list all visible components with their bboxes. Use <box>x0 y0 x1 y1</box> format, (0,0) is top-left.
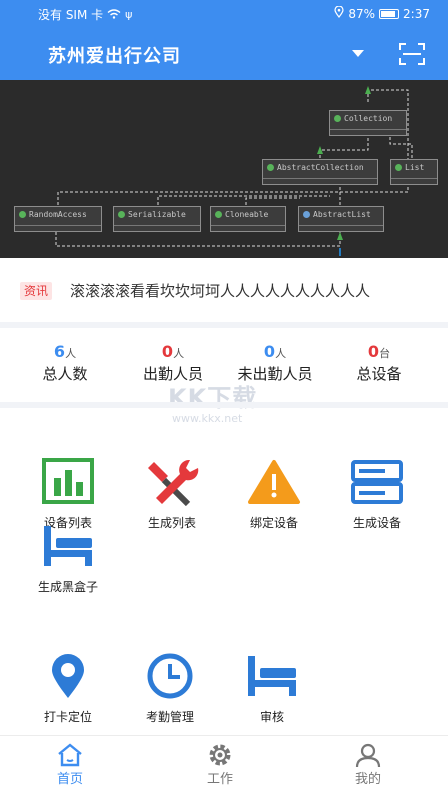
uml-class-box: Serializable <box>113 206 201 232</box>
section-divider <box>0 402 448 408</box>
user-icon <box>354 742 382 768</box>
stat-unit: 人 <box>173 347 185 360</box>
bed-icon <box>244 652 300 700</box>
tab-home[interactable]: 首页 <box>30 742 110 787</box>
server-icon <box>349 458 405 506</box>
bed-icon <box>40 522 96 570</box>
stat-total-people[interactable]: 6人 总人数 <box>10 342 120 384</box>
grid-label: 打卡定位 <box>43 710 92 724</box>
tab-work[interactable]: 工作 <box>180 742 260 787</box>
stat-value: 0 <box>161 342 174 361</box>
scan-icon[interactable] <box>399 43 425 65</box>
tab-label: 首页 <box>56 772 83 787</box>
tab-label: 我的 <box>354 772 381 787</box>
battery-icon <box>379 8 400 19</box>
news-badge: 资讯 <box>20 282 53 300</box>
watermark-url: www.kkx.net <box>172 412 243 425</box>
bottom-tab-bar: 首页 工作 我的 <box>0 735 448 797</box>
usb-icon: ψ <box>125 8 133 21</box>
status-left: 没有 SIM 卡 ψ <box>38 6 132 23</box>
home-icon <box>56 742 84 768</box>
tab-mine[interactable]: 我的 <box>328 742 408 787</box>
news-ticker[interactable]: 资讯 滚滚滚滚看看坎坎坷坷人人人人人人人人人人 <box>0 258 448 322</box>
app-header: 苏州爱出行公司 <box>0 28 448 80</box>
stat-value: 0 <box>367 342 380 361</box>
uml-class-name: List <box>405 163 425 172</box>
uml-class-box: List <box>390 159 438 185</box>
stat-total-devices[interactable]: 0台 总设备 <box>324 342 434 384</box>
bar-chart-icon <box>40 458 96 506</box>
grid-generate-list[interactable]: 生成列表 <box>122 458 222 531</box>
location-icon <box>334 5 344 21</box>
grid-device-list[interactable]: 设备列表 <box>18 458 118 531</box>
company-title[interactable]: 苏州爱出行公司 <box>48 42 181 68</box>
status-bar: 没有 SIM 卡 ψ 87% 2:37 <box>0 0 448 28</box>
stat-label: 总设备 <box>356 365 402 383</box>
uml-class-box: AbstractCollection <box>262 159 378 185</box>
uml-class-name: Cloneable <box>225 210 269 219</box>
battery-percent: 87% <box>348 6 376 21</box>
uml-class-name: Collection <box>344 114 393 123</box>
section-divider <box>0 322 448 328</box>
grid-generate-device[interactable]: 生成设备 <box>327 458 427 531</box>
tools-icon <box>144 458 200 507</box>
news-text[interactable]: 滚滚滚滚看看坎坎坷坷人人人人人人人人人人 <box>70 280 370 301</box>
clock-icon <box>142 652 198 700</box>
grid-attendance-management[interactable]: 考勤管理 <box>120 652 220 725</box>
tab-label: 工作 <box>206 772 233 787</box>
carrier-text: 没有 SIM 卡 <box>38 8 104 22</box>
grid-label: 生成列表 <box>147 516 196 530</box>
stat-unit: 人 <box>65 347 77 360</box>
grid-generate-blackbox[interactable]: 生成黑盒子 <box>18 522 118 595</box>
stat-value: 6 <box>53 342 66 361</box>
uml-class-name: AbstractList <box>313 210 371 219</box>
uml-class-name: AbstractCollection <box>277 163 364 172</box>
clock-time: 2:37 <box>403 6 430 21</box>
grid-label: 生成设备 <box>352 516 401 530</box>
stat-label: 总人数 <box>42 365 88 383</box>
grid-checkin-location[interactable]: 打卡定位 <box>18 652 118 725</box>
uml-class-name: Serializable <box>128 210 186 219</box>
uml-class-name: RandomAccess <box>29 210 87 219</box>
status-right: 87% 2:37 <box>334 5 430 21</box>
stat-unit: 人 <box>275 347 287 360</box>
grid-label: 审核 <box>259 710 284 724</box>
uml-class-box: Cloneable <box>210 206 286 232</box>
grid-bind-device[interactable]: 绑定设备 <box>224 458 324 531</box>
uml-class-box: RandomAccess <box>14 206 102 232</box>
stat-unit: 台 <box>379 347 391 360</box>
warning-icon <box>246 458 302 506</box>
banner-carousel[interactable]: Collection AbstractCollection List Rando… <box>0 80 448 258</box>
grid-review[interactable]: 审核 <box>222 652 322 725</box>
grid-label: 考勤管理 <box>145 710 194 724</box>
grid-label: 绑定设备 <box>249 516 298 530</box>
stat-value: 0 <box>263 342 276 361</box>
uml-class-box: Collection <box>329 110 407 136</box>
grid-label: 生成黑盒子 <box>37 580 98 594</box>
location-pin-icon <box>40 652 96 700</box>
uml-class-box: AbstractList <box>298 206 384 232</box>
gear-icon <box>206 742 234 768</box>
wifi-icon <box>107 8 121 22</box>
chevron-down-icon[interactable] <box>352 50 364 57</box>
